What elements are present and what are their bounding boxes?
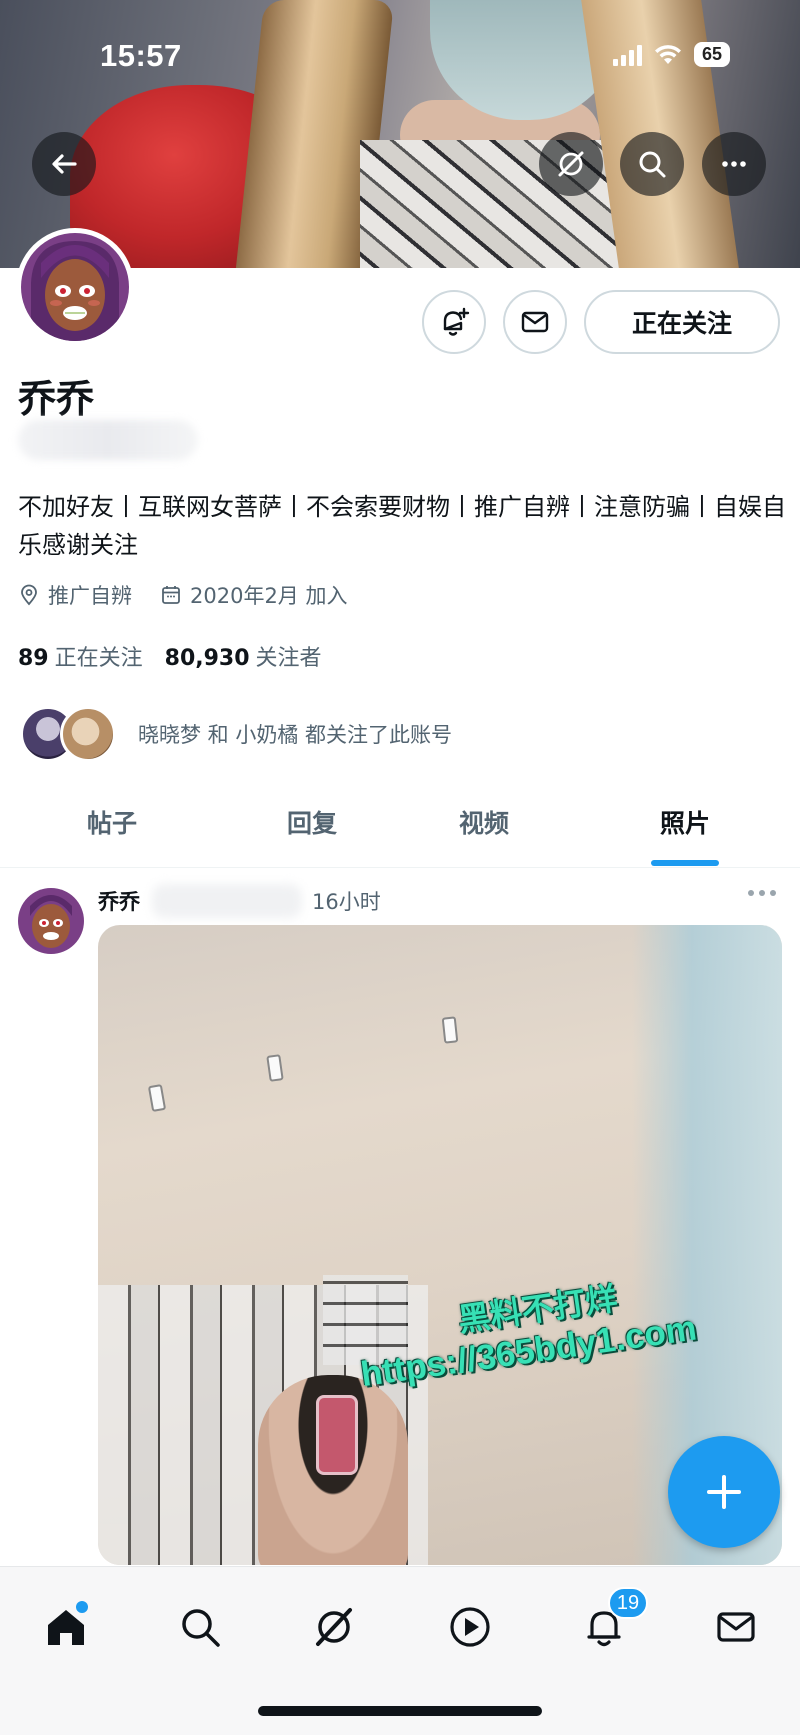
- search-icon: [639, 151, 666, 178]
- arrow-left-icon: [52, 154, 77, 174]
- home-indicator: [258, 1706, 542, 1716]
- plus-icon: [707, 1475, 741, 1509]
- followers-label: 关注者: [255, 646, 322, 671]
- tab-posts[interactable]: 帖子: [32, 776, 192, 868]
- mutual-followers-text: 晓晓梦 和 小奶橘 都关注了此账号: [138, 723, 453, 747]
- notify-button[interactable]: [422, 290, 486, 354]
- play-icon: [450, 1607, 490, 1647]
- wifi-icon: [654, 44, 681, 64]
- joined-item: 2020年2月 加入: [160, 580, 347, 610]
- follow-stats: 89 正在关注 80,930 关注者: [18, 640, 322, 672]
- grok-icon: [316, 1608, 352, 1646]
- profile-name: 乔乔: [18, 377, 95, 421]
- followers-link[interactable]: 80,930 关注者: [165, 640, 322, 672]
- location-pin-icon: [21, 584, 37, 606]
- post-author-name[interactable]: 乔乔: [98, 886, 140, 916]
- more-options-button[interactable]: [702, 132, 766, 196]
- home-unread-dot: [76, 1601, 88, 1613]
- following-label: 正在关注: [54, 646, 143, 671]
- following-button[interactable]: 正在关注: [584, 290, 780, 354]
- mutual-avatar: [60, 706, 116, 762]
- search-icon: [182, 1609, 220, 1647]
- calendar-icon: [162, 586, 180, 604]
- profile-avatar[interactable]: [16, 228, 134, 346]
- profile-tabs: 帖子 回复 视频 照片: [0, 776, 800, 868]
- back-button[interactable]: [32, 132, 96, 196]
- more-horizontal-icon: [722, 161, 746, 167]
- ceiling-light: [147, 1083, 167, 1113]
- status-icons: 65: [612, 42, 730, 67]
- handle-redacted: [18, 420, 198, 460]
- mail-icon: [717, 1612, 755, 1642]
- grok-icon: [558, 151, 584, 177]
- nav-home[interactable]: [36, 1597, 96, 1657]
- post-author-avatar[interactable]: [18, 888, 84, 954]
- post-timestamp: 16小时: [312, 890, 381, 914]
- tab-photos[interactable]: 照片: [605, 776, 765, 868]
- photo-phone: [316, 1395, 358, 1475]
- tab-videos[interactable]: 视频: [404, 776, 564, 868]
- nav-search[interactable]: [170, 1597, 230, 1657]
- nav-messages[interactable]: [706, 1597, 766, 1657]
- bell-plus-icon: [443, 307, 470, 336]
- following-link[interactable]: 89 正在关注: [18, 640, 143, 672]
- status-time: 15:57: [100, 38, 182, 73]
- avatar-image: [21, 233, 129, 341]
- mutual-followers[interactable]: 晓晓梦 和 小奶橘 都关注了此账号: [20, 706, 452, 762]
- location-text: 推广自辨: [48, 584, 132, 608]
- search-button[interactable]: [620, 132, 684, 196]
- profile-bio: 不加好友丨互联网女菩萨丨不会索要财物丨推广自辨丨注意防骗丨自娱自乐感谢关注: [18, 493, 786, 559]
- ceiling-light: [441, 1016, 459, 1044]
- nav-grok[interactable]: [304, 1597, 364, 1657]
- post-handle-redacted: [152, 884, 302, 918]
- battery-indicator: 65: [693, 42, 730, 67]
- location-item: 推广自辨: [18, 580, 132, 610]
- grok-button[interactable]: [539, 132, 603, 196]
- nav-notifications[interactable]: 19: [574, 1587, 648, 1657]
- message-button[interactable]: [503, 290, 567, 354]
- tab-replies[interactable]: 回复: [232, 776, 392, 868]
- ceiling-light: [266, 1054, 284, 1082]
- active-tab-indicator: [651, 860, 719, 866]
- following-count: 89: [18, 646, 49, 671]
- joined-text: 2020年2月 加入: [190, 584, 348, 608]
- mail-icon: [521, 311, 549, 333]
- followers-count: 80,930: [164, 646, 250, 671]
- notification-count-badge: 19: [608, 1587, 648, 1619]
- nav-video[interactable]: [440, 1597, 500, 1657]
- post-more-icon[interactable]: [748, 890, 776, 896]
- compose-button[interactable]: [668, 1436, 780, 1548]
- signal-icon: [612, 44, 642, 66]
- profile-meta: 推广自辨 2020年2月 加入: [18, 580, 375, 610]
